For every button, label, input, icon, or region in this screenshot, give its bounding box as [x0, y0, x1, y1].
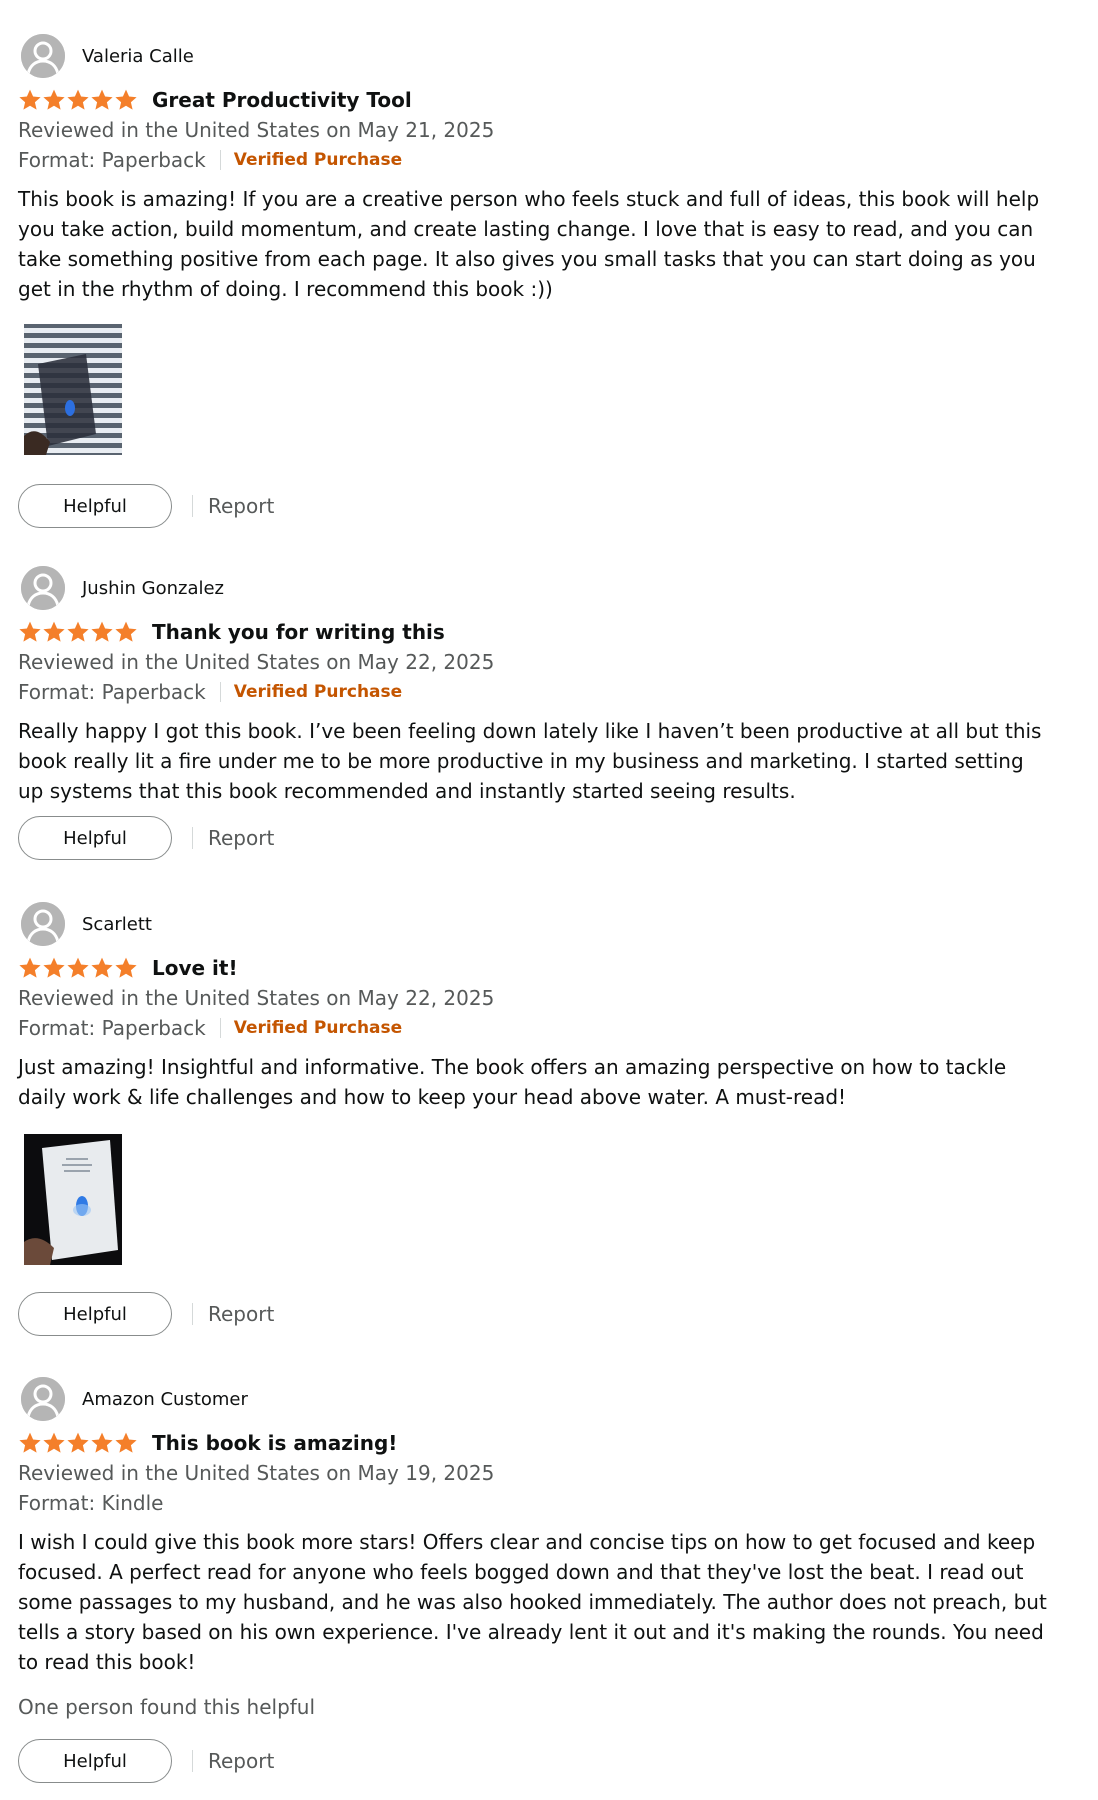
divider [192, 495, 193, 517]
star-icon [90, 620, 114, 644]
star-icon [114, 620, 138, 644]
review-date: Reviewed in the United States on May 19,… [18, 1461, 495, 1485]
star-icon [66, 956, 90, 980]
review-title[interactable]: This book is amazing! [152, 1431, 397, 1455]
reviewer-name[interactable]: Jushin Gonzalez [82, 578, 224, 600]
review-date: Reviewed in the United States on May 21,… [18, 118, 495, 142]
divider [219, 682, 221, 702]
star-icon [90, 1431, 114, 1455]
star-icon [18, 1431, 42, 1455]
user-silhouette-icon [21, 902, 65, 946]
review-actions: Helpful Report [18, 1739, 418, 1785]
review-actions: Helpful Report [18, 816, 418, 862]
report-link[interactable]: Report [208, 1749, 274, 1773]
review-meta: Format: Paperback Verified Purchase [18, 148, 402, 172]
reviewer-name[interactable]: Scarlett [82, 914, 152, 936]
divider [219, 150, 221, 170]
star-icon [18, 88, 42, 112]
review-actions: Helpful Report [18, 1292, 418, 1338]
reviewer-name[interactable]: Amazon Customer [82, 1389, 248, 1411]
helpful-button[interactable]: Helpful [18, 1739, 172, 1783]
helpful-count: One person found this helpful [18, 1695, 316, 1719]
review-date: Reviewed in the United States on May 22,… [18, 986, 495, 1010]
report-link[interactable]: Report [208, 826, 274, 850]
star-icon [42, 1431, 66, 1455]
review-body: I wish I could give this book more stars… [18, 1530, 1047, 1674]
star-icon [66, 88, 90, 112]
review-image[interactable] [24, 324, 122, 455]
divider [192, 1750, 193, 1772]
star-rating[interactable] [18, 88, 138, 112]
report-link[interactable]: Report [208, 1302, 274, 1326]
divider [192, 1303, 193, 1325]
star-icon [114, 88, 138, 112]
review-image[interactable] [24, 1134, 122, 1265]
divider [192, 827, 193, 849]
user-silhouette-icon [21, 566, 65, 610]
star-icon [42, 956, 66, 980]
review-actions: Helpful Report [18, 484, 418, 530]
review-format[interactable]: Format: Paperback [18, 148, 206, 172]
review-format[interactable]: Format: Paperback [18, 680, 206, 704]
helpful-button[interactable]: Helpful [18, 1292, 172, 1336]
star-icon [90, 88, 114, 112]
verified-purchase-badge: Verified Purchase [233, 682, 403, 702]
review-title[interactable]: Love it! [152, 956, 238, 980]
star-icon [90, 956, 114, 980]
review-date: Reviewed in the United States on May 22,… [18, 650, 495, 674]
star-rating[interactable] [18, 1431, 138, 1455]
report-link[interactable]: Report [208, 494, 274, 518]
star-rating[interactable] [18, 956, 138, 980]
helpful-button[interactable]: Helpful [18, 816, 172, 860]
star-icon [18, 956, 42, 980]
review-title[interactable]: Thank you for writing this [152, 620, 445, 644]
review-title[interactable]: Great Productivity Tool [152, 88, 412, 112]
star-icon [18, 620, 42, 644]
star-icon [114, 956, 138, 980]
review-format[interactable]: Format: Paperback [18, 1016, 206, 1040]
review-format[interactable]: Format: Kindle [18, 1491, 163, 1515]
review-body: Really happy I got this book. I’ve been … [18, 719, 1042, 803]
user-silhouette-icon [21, 1377, 65, 1421]
reviews-list: Valeria Calle Great Productivity Tool Re… [0, 0, 1098, 1800]
review-meta: Format: Paperback Verified Purchase [18, 1016, 402, 1040]
divider [219, 1018, 221, 1038]
verified-purchase-badge: Verified Purchase [233, 150, 403, 170]
review-meta: Format: Paperback Verified Purchase [18, 680, 402, 704]
review-body: This book is amazing! If you are a creat… [18, 187, 1040, 301]
verified-purchase-badge: Verified Purchase [233, 1018, 403, 1038]
star-icon [114, 1431, 138, 1455]
review-meta: Format: Kindle [18, 1491, 163, 1515]
star-icon [66, 620, 90, 644]
star-rating[interactable] [18, 620, 138, 644]
user-silhouette-icon [21, 34, 65, 78]
star-icon [66, 1431, 90, 1455]
star-icon [42, 88, 66, 112]
star-icon [42, 620, 66, 644]
review-body: Just amazing! Insightful and informative… [18, 1055, 1007, 1109]
reviewer-name[interactable]: Valeria Calle [82, 46, 194, 68]
helpful-button[interactable]: Helpful [18, 484, 172, 528]
